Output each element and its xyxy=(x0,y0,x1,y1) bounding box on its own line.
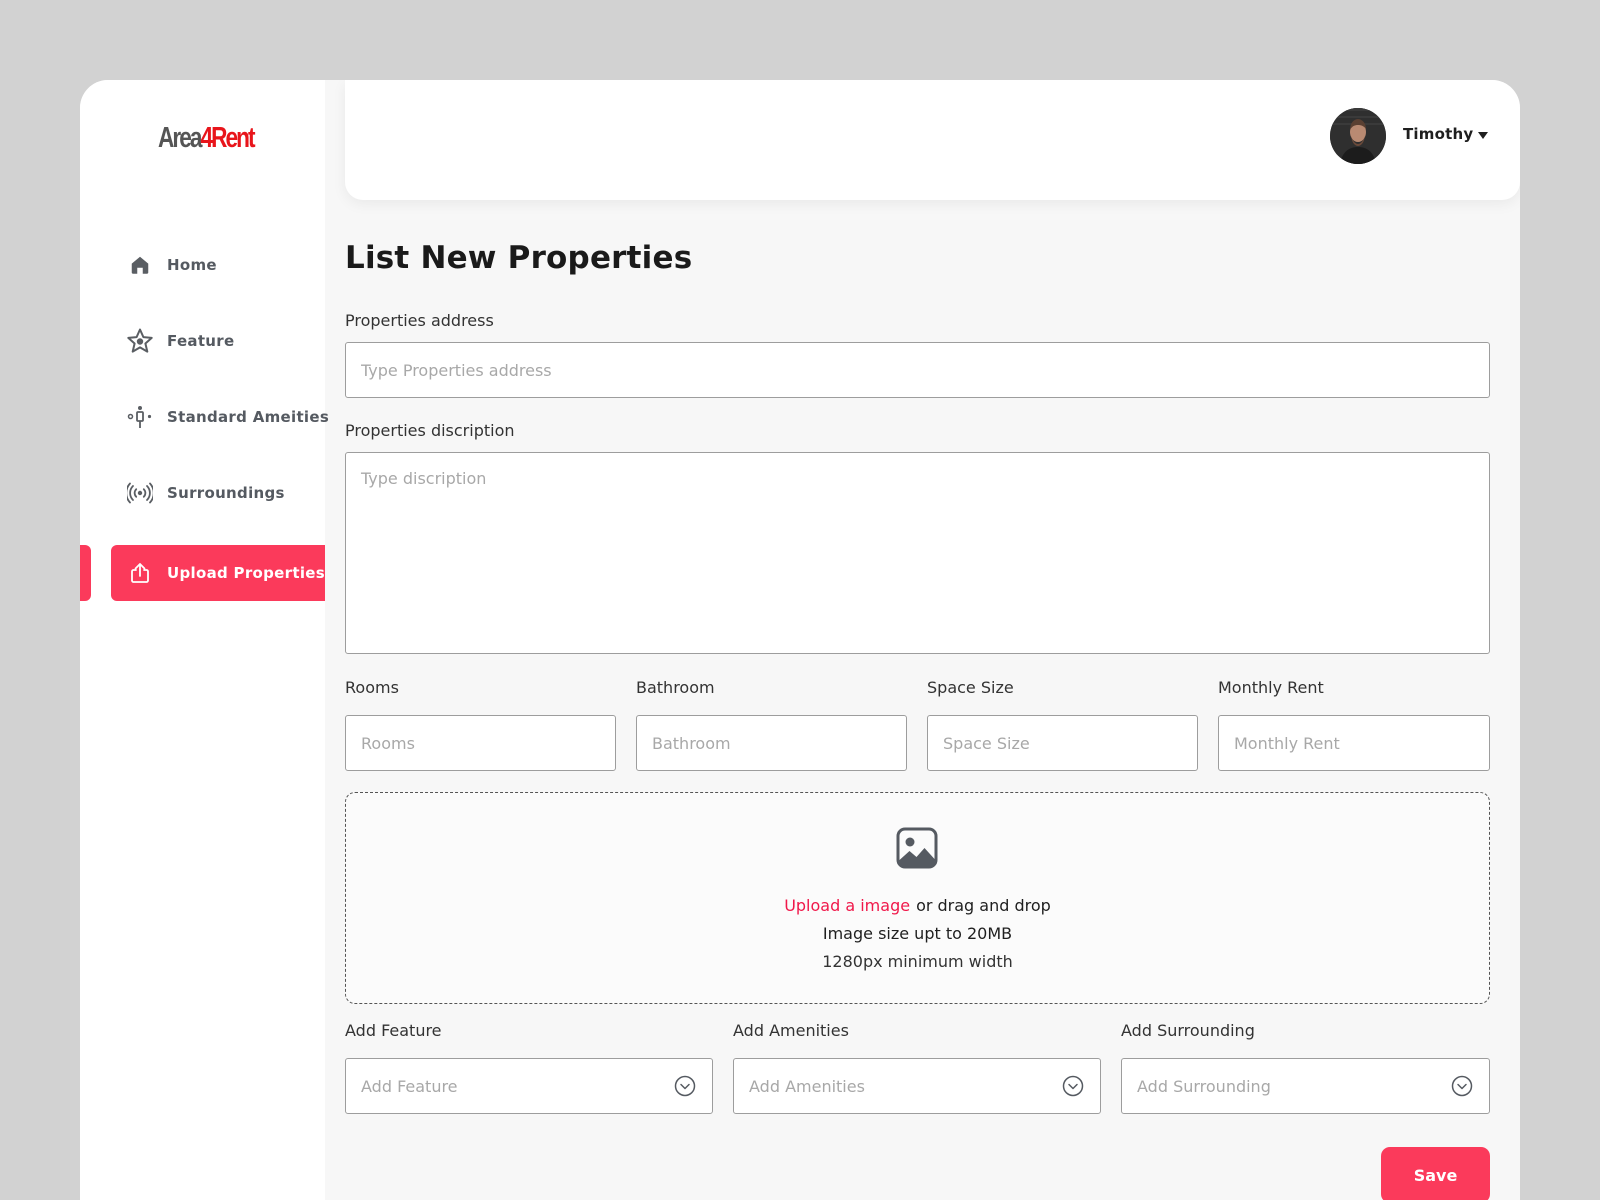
space-size-input[interactable] xyxy=(927,715,1198,771)
chevron-down-icon xyxy=(1451,1075,1473,1097)
page-title: List New Properties xyxy=(345,240,693,276)
upload-instructions: Upload a image or drag and drop xyxy=(346,896,1489,915)
bathroom-label: Bathroom xyxy=(636,678,715,697)
image-icon xyxy=(896,827,938,873)
user-menu-caret-icon[interactable] xyxy=(1478,132,1488,139)
sidebar-item-label: Standard Ameities xyxy=(167,408,330,426)
broadcast-icon xyxy=(127,480,153,506)
monthly-rent-label: Monthly Rent xyxy=(1218,678,1324,697)
sidebar-item-upload-properties[interactable]: Upload Properties xyxy=(111,545,325,601)
sidebar-item-home[interactable]: Home xyxy=(111,237,325,293)
surrounding-label: Add Surrounding xyxy=(1121,1021,1255,1040)
rooms-input[interactable] xyxy=(345,715,616,771)
upload-image-link[interactable]: Upload a image xyxy=(784,896,910,915)
star-badge-icon xyxy=(127,328,153,354)
monthly-rent-input[interactable] xyxy=(1218,715,1490,771)
sidebar-item-label: Surroundings xyxy=(167,484,285,502)
sidebar-item-label: Feature xyxy=(167,332,235,350)
chevron-down-icon xyxy=(1062,1075,1084,1097)
chevron-down-icon xyxy=(674,1075,696,1097)
drag-drop-text: or drag and drop xyxy=(916,896,1051,915)
sidebar-item-surroundings[interactable]: Surroundings xyxy=(111,465,325,521)
active-nav-marker xyxy=(80,545,91,601)
description-label: Properties discription xyxy=(345,421,515,440)
address-label: Properties address xyxy=(345,311,494,330)
feature-select-placeholder: Add Feature xyxy=(361,1076,458,1096)
address-input[interactable] xyxy=(345,342,1490,398)
home-icon xyxy=(127,252,153,278)
upload-icon xyxy=(127,560,153,586)
feature-select[interactable]: Add Feature xyxy=(345,1058,713,1114)
user-name[interactable]: Timothy xyxy=(1403,125,1473,143)
sidebar: Area4Rent Home Feature Standard Ameities… xyxy=(80,80,329,1200)
feature-label: Add Feature xyxy=(345,1021,442,1040)
image-dropzone[interactable]: Upload a image or drag and drop Image siz… xyxy=(345,792,1490,1004)
image-width-note: 1280px minimum width xyxy=(822,952,1013,971)
description-textarea[interactable] xyxy=(345,452,1490,654)
avatar[interactable] xyxy=(1330,108,1386,164)
surrounding-select-placeholder: Add Surrounding xyxy=(1137,1076,1271,1096)
amenities-icon xyxy=(127,404,153,430)
amenities-label: Add Amenities xyxy=(733,1021,849,1040)
brand-logo[interactable]: Area4Rent xyxy=(158,122,256,155)
rooms-label: Rooms xyxy=(345,678,399,697)
space-size-label: Space Size xyxy=(927,678,1014,697)
save-button[interactable]: Save xyxy=(1381,1147,1490,1200)
surrounding-select[interactable]: Add Surrounding xyxy=(1121,1058,1490,1114)
sidebar-item-standard-amenities[interactable]: Standard Ameities xyxy=(111,389,329,445)
sidebar-item-label: Home xyxy=(167,256,217,274)
app-window: Area4Rent Home Feature Standard Ameities… xyxy=(80,80,1520,1200)
top-bar: Timothy xyxy=(345,80,1520,200)
amenities-select[interactable]: Add Amenities xyxy=(733,1058,1101,1114)
amenities-select-placeholder: Add Amenities xyxy=(749,1076,865,1096)
sidebar-item-label: Upload Properties xyxy=(167,564,325,582)
image-size-note: Image size upt to 20MB xyxy=(822,924,1013,943)
sidebar-item-feature[interactable]: Feature xyxy=(111,313,325,369)
bathroom-input[interactable] xyxy=(636,715,907,771)
